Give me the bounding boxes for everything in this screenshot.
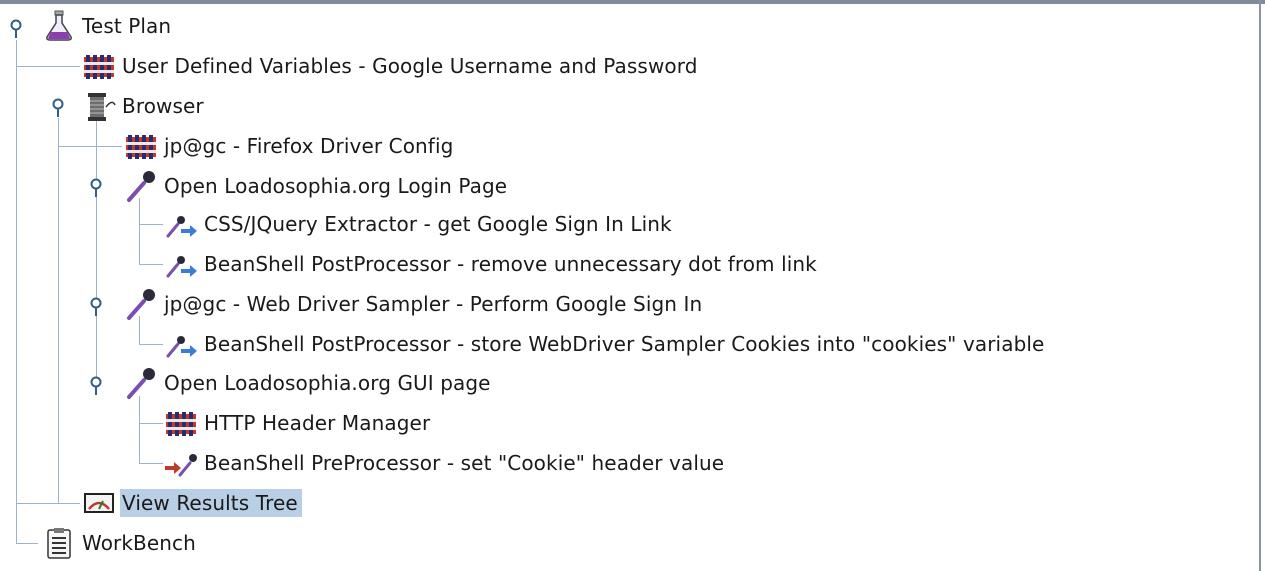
sampler-pipette-icon	[127, 368, 155, 399]
thread-group-spool-icon	[88, 93, 116, 121]
window-right-border	[1259, 0, 1261, 571]
tree-node-open-gui-page[interactable]: Open Loadosophia.org GUI page	[124, 366, 495, 400]
tree-node-user-defined-variables[interactable]: User Defined Variables - Google Username…	[82, 49, 702, 83]
tree-line	[139, 264, 163, 265]
tree-node-beanshell-postprocessor-cookies[interactable]: BeanShell PostProcessor - store WebDrive…	[164, 327, 1048, 361]
tree-line	[139, 344, 163, 345]
tree-node-label: WorkBench	[82, 531, 196, 555]
tree-node-label: HTTP Header Manager	[204, 411, 431, 435]
collapse-handle-icon[interactable]	[50, 97, 66, 117]
tree-node-label: CSS/JQuery Extractor - get Google Sign I…	[204, 212, 672, 236]
tree-line	[16, 503, 80, 504]
tree-node-label: User Defined Variables - Google Username…	[122, 54, 698, 78]
tree-node-label: jp@gc - Firefox Driver Config	[164, 134, 454, 158]
tree-line	[58, 118, 59, 503]
tree-line	[16, 66, 80, 67]
tree-node-web-driver-sampler[interactable]: jp@gc - Web Driver Sampler - Perform Goo…	[124, 287, 706, 321]
tree-line	[16, 543, 38, 544]
tree-node-css-jquery-extractor[interactable]: CSS/JQuery Extractor - get Google Sign I…	[164, 207, 676, 241]
sampler-pipette-icon	[127, 289, 155, 320]
test-plan-flask-icon	[46, 10, 72, 41]
tree-node-label: Browser	[122, 94, 204, 118]
tree-node-workbench[interactable]: WorkBench	[42, 526, 200, 560]
collapse-handle-icon[interactable]	[88, 375, 104, 395]
tree-node-label: jp@gc - Web Driver Sampler - Perform Goo…	[164, 292, 703, 316]
post-processor-icon	[166, 216, 197, 238]
tree-node-browser[interactable]: Browser	[82, 89, 208, 123]
listener-monitor-icon	[84, 493, 114, 513]
tree-node-open-login-page[interactable]: Open Loadosophia.org Login Page	[124, 169, 511, 203]
tree-node-label: BeanShell PostProcessor - store WebDrive…	[204, 332, 1045, 356]
collapse-handle-icon[interactable]	[88, 177, 104, 197]
tree-line	[139, 224, 163, 225]
tree-node-view-results-tree[interactable]: View Results Tree	[82, 486, 302, 520]
collapse-handle-icon[interactable]	[8, 18, 24, 38]
tree-node-test-plan[interactable]: Test Plan	[42, 9, 175, 43]
tree-line	[16, 40, 17, 543]
config-element-icon	[84, 55, 114, 79]
tree-node-label: View Results Tree	[120, 489, 302, 517]
sampler-pipette-icon	[127, 171, 155, 202]
post-processor-icon	[166, 256, 197, 278]
tree-node-http-header-manager[interactable]: HTTP Header Manager	[164, 406, 434, 440]
tree-node-label: Open Loadosophia.org GUI page	[164, 371, 491, 395]
tree-node-label: BeanShell PostProcessor - remove unneces…	[204, 252, 817, 276]
tree-node-beanshell-postprocessor-dot[interactable]: BeanShell PostProcessor - remove unneces…	[164, 247, 821, 281]
tree-node-beanshell-preprocessor[interactable]: BeanShell PreProcessor - set "Cookie" he…	[164, 446, 728, 480]
pre-processor-icon	[165, 454, 197, 477]
tree-node-label: Test Plan	[82, 14, 172, 38]
tree-node-firefox-driver-config[interactable]: jp@gc - Firefox Driver Config	[124, 129, 457, 163]
tree-line	[139, 198, 140, 265]
post-processor-icon	[166, 336, 197, 358]
tree-node-label: Open Loadosophia.org Login Page	[164, 174, 508, 198]
config-element-icon	[166, 412, 196, 436]
tree-line	[96, 118, 97, 384]
collapse-handle-icon[interactable]	[88, 296, 104, 316]
workbench-clipboard-icon	[47, 528, 71, 559]
config-element-icon	[126, 135, 156, 159]
tree-line	[139, 423, 163, 424]
tree-line	[96, 146, 122, 147]
tree-node-label: BeanShell PreProcessor - set "Cookie" he…	[204, 451, 725, 475]
window-top-border	[0, 0, 1265, 4]
tree-line	[139, 396, 140, 463]
tree-line	[139, 463, 163, 464]
